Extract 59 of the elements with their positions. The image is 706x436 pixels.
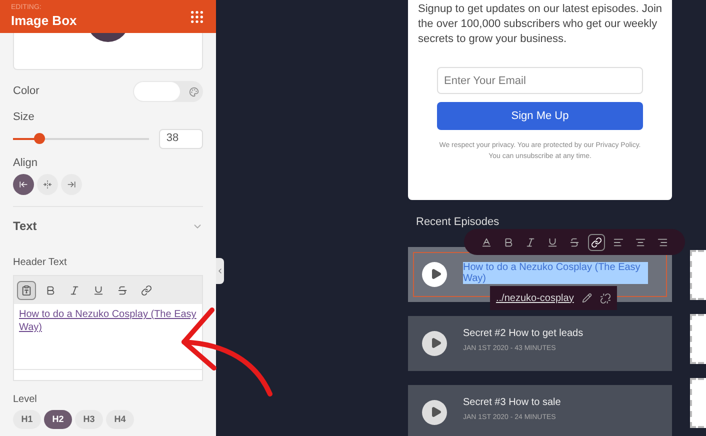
section-heading: Recent Episodes xyxy=(415,215,500,230)
italic-icon xyxy=(525,236,536,248)
unlink-icon[interactable] xyxy=(600,292,611,304)
header-text-label: Header Text xyxy=(12,256,68,270)
strikethrough-icon xyxy=(117,284,128,296)
section-title: Text xyxy=(13,218,37,235)
align-center-icon xyxy=(635,236,646,248)
toolbar-button[interactable] xyxy=(17,280,36,300)
strikethrough-icon xyxy=(569,236,580,248)
align-button[interactable] xyxy=(37,174,58,195)
grid-menu-icon[interactable] xyxy=(189,9,205,25)
heading-level-button[interactable]: H1 xyxy=(13,410,41,429)
italic-icon xyxy=(69,284,80,296)
text-section-header[interactable]: Text xyxy=(0,217,216,235)
episode-title: Secret #3 How to sale xyxy=(463,396,561,408)
bold-icon xyxy=(503,236,514,248)
play-button[interactable] xyxy=(422,400,447,424)
chevron-left-icon xyxy=(216,267,224,275)
align-label: Align xyxy=(12,156,38,170)
edit-icon[interactable] xyxy=(582,293,592,303)
rich-text-editor[interactable]: How to do a Nezuko Cosplay (The Easy Way) xyxy=(13,275,203,381)
align-button[interactable] xyxy=(13,174,34,195)
level-label: Level xyxy=(12,393,38,407)
collapse-handle[interactable] xyxy=(216,258,224,284)
link-icon xyxy=(591,236,602,248)
size-slider[interactable] xyxy=(13,132,150,144)
paste-text-icon xyxy=(21,284,32,296)
signup-text: Signup to get updates on our latest episodes. Join the over 100,000 subscribers who get our weekly secrets to grow your business. xyxy=(418,2,662,47)
align-button[interactable] xyxy=(61,174,82,195)
episode-title: Secret #2 How to get leads xyxy=(463,328,584,338)
color-picker[interactable] xyxy=(133,81,203,102)
play-icon xyxy=(430,337,442,349)
episode-title: How to do a Nezuko Cosplay (The Easy Way) xyxy=(463,262,648,284)
palette-icon xyxy=(189,86,199,96)
heading-level-button[interactable]: H2 xyxy=(44,410,72,429)
heading-level-button[interactable]: H4 xyxy=(106,410,134,429)
play-icon xyxy=(430,406,442,418)
bold-icon xyxy=(45,284,56,296)
align-right-icon xyxy=(657,236,668,248)
align-left-icon xyxy=(613,236,624,248)
text-color-icon xyxy=(481,236,492,248)
align-left-icon xyxy=(19,180,28,189)
link-icon xyxy=(141,284,152,296)
underline-icon xyxy=(547,236,558,248)
color-label: Color xyxy=(13,84,40,100)
play-button[interactable] xyxy=(422,262,447,286)
size-label: Size xyxy=(12,110,36,125)
panel-title: Image Box xyxy=(11,12,77,29)
play-icon xyxy=(430,268,442,280)
underline-icon xyxy=(93,284,104,296)
size-input[interactable]: 38 xyxy=(159,128,203,148)
email-field[interactable]: Enter Your Email xyxy=(437,67,643,94)
align-center-icon xyxy=(43,180,52,189)
toolbar-button[interactable] xyxy=(588,234,605,250)
heading-level-button[interactable]: H3 xyxy=(75,410,103,429)
play-button[interactable] xyxy=(422,330,447,356)
header-text-link[interactable]: How to do a Nezuko Cosplay (The Easy Way) xyxy=(19,308,197,334)
sign-up-button[interactable]: Sign Me Up xyxy=(437,102,643,130)
align-right-icon xyxy=(67,180,76,189)
